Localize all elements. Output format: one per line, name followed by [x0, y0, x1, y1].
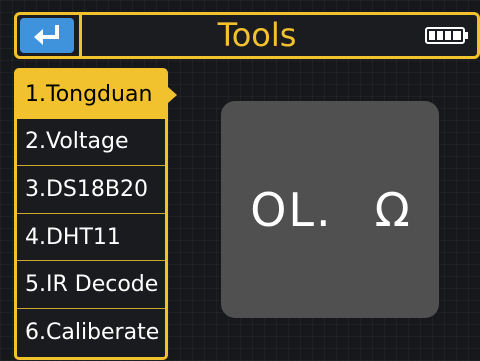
menu-item-caliberate[interactable]: 6.Caliberate — [17, 309, 165, 357]
return-arrow-icon — [34, 24, 59, 45]
header-divider — [79, 15, 82, 56]
measurement-display: OL. Ω — [221, 101, 439, 318]
page-title: Tools — [217, 16, 297, 54]
menu-item-ir-decode[interactable]: 5.IR Decode — [17, 261, 165, 309]
menu-item-voltage[interactable]: 2.Voltage — [17, 119, 165, 167]
menu-item-dht11[interactable]: 4.DHT11 — [17, 214, 165, 262]
menu-item-tongduan[interactable]: 1.Tongduan — [17, 71, 177, 119]
battery-full-icon — [425, 27, 468, 44]
reading-unit: Ω — [374, 182, 410, 237]
reading-value: OL. — [250, 182, 333, 237]
tools-menu: 1.Tongduan 2.Voltage 3.DS18B20 4.DHT11 5… — [14, 68, 177, 360]
back-button[interactable] — [20, 18, 74, 53]
header-bar: Tools — [14, 12, 480, 59]
menu-item-ds18b20[interactable]: 3.DS18B20 — [17, 166, 165, 214]
